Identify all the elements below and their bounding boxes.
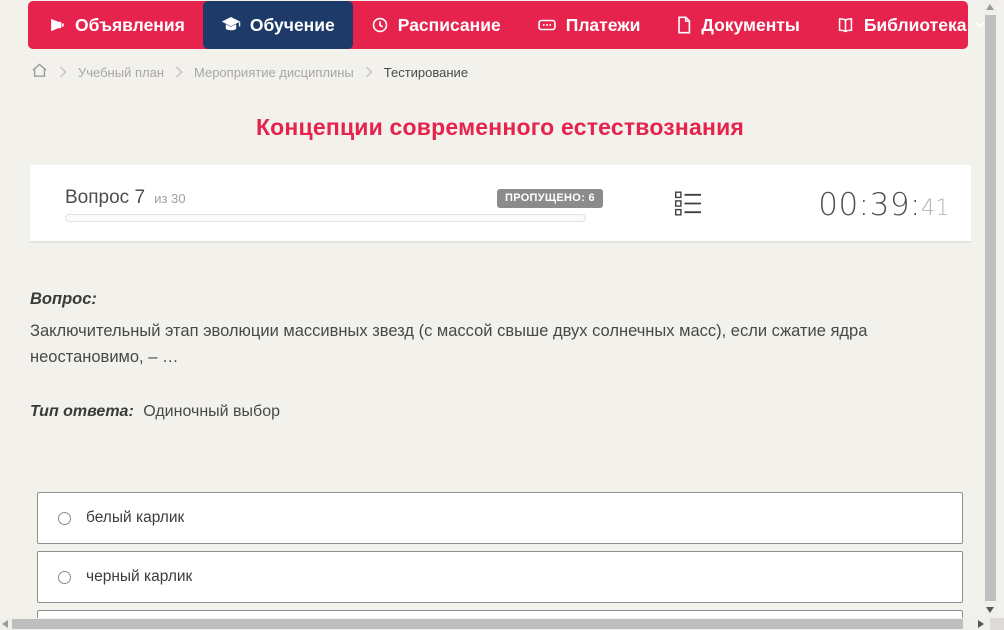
nav-item-payments[interactable]: Платежи xyxy=(519,1,659,49)
nav-item-schedule[interactable]: Расписание xyxy=(353,1,519,49)
chevron-separator-icon xyxy=(59,66,67,78)
nav-item-label: Платежи xyxy=(565,14,641,35)
quiz-progressbar xyxy=(65,214,586,222)
scroll-right-arrow-icon[interactable] xyxy=(978,620,984,628)
answer-option-black-dwarf[interactable]: черный карлик xyxy=(37,551,963,603)
megaphone-icon xyxy=(48,16,66,34)
home-icon[interactable] xyxy=(31,62,48,82)
skipped-badge: ПРОПУЩЕНО: 6 xyxy=(497,189,603,208)
vertical-scrollbar-thumb[interactable] xyxy=(985,15,996,601)
scroll-left-arrow-icon[interactable] xyxy=(2,620,8,628)
document-icon xyxy=(676,16,692,34)
question-list-icon[interactable] xyxy=(674,191,702,216)
scrollbar-corner xyxy=(990,618,1004,630)
answer-type-label: Тип ответа: xyxy=(30,403,134,420)
nav-item-learning[interactable]: Обучение xyxy=(202,1,353,49)
nav-item-label: Библиотека xyxy=(863,14,967,35)
open-book-icon xyxy=(836,16,855,34)
question-number: Вопрос 7 xyxy=(65,187,146,208)
question-progress-heading: Вопрос 7 из 30 xyxy=(65,187,186,209)
question-total: из 30 xyxy=(154,191,186,206)
nav-item-documents[interactable]: Документы xyxy=(658,1,817,49)
scroll-up-arrow-icon[interactable] xyxy=(986,4,994,10)
main-navbar: Объявления Обучение Расписание Платежи Д… xyxy=(28,1,986,49)
question-label: Вопрос: xyxy=(30,290,97,308)
breadcrumb: Учебный план Мероприятие дисциплины Тест… xyxy=(31,62,468,82)
answer-type-row: Тип ответа: Одиночный выбор xyxy=(30,403,280,421)
question-text: Заключительный этап эволюции массивных з… xyxy=(30,322,868,366)
answer-option-label: черный карлик xyxy=(86,568,193,585)
answer-option-label: белый карлик xyxy=(86,509,185,526)
answer-option-white-dwarf[interactable]: белый карлик xyxy=(37,492,963,544)
banknote-icon xyxy=(537,16,557,34)
nav-item-label: Документы xyxy=(701,14,800,35)
radio-button[interactable] xyxy=(58,511,71,525)
nav-item-label: Обучение xyxy=(249,14,335,35)
scroll-down-arrow-icon[interactable] xyxy=(986,607,994,613)
nav-item-label: Объявления xyxy=(75,14,185,35)
timer-hours-minutes: 00:39: xyxy=(818,187,921,223)
answer-type-value: Одиночный выбор xyxy=(143,403,280,420)
nav-item-label: Расписание xyxy=(397,14,501,35)
timer-seconds: 41 xyxy=(921,196,950,221)
radio-button[interactable] xyxy=(58,570,71,584)
graduation-cap-icon xyxy=(221,16,241,34)
breadcrumb-item-testing: Тестирование xyxy=(383,64,469,80)
chevron-separator-icon xyxy=(175,66,183,78)
nav-item-announcements[interactable]: Объявления xyxy=(30,1,203,49)
horizontal-scrollbar-thumb[interactable] xyxy=(12,619,963,629)
chevron-separator-icon xyxy=(365,66,373,78)
page-title: Концепции современного естествознания xyxy=(255,114,745,140)
countdown-timer: 00:39:41 xyxy=(818,187,950,223)
breadcrumb-item-discipline-event[interactable]: Мероприятие дисциплины xyxy=(194,65,354,80)
question-block: Вопрос: Заключительный этап эволюции мас… xyxy=(30,290,930,370)
nav-item-library[interactable]: Библиотека xyxy=(818,1,1004,49)
vertical-scrollbar[interactable] xyxy=(984,0,997,618)
quiz-status-panel: Вопрос 7 из 30 ПРОПУЩЕНО: 6 00:39:41 xyxy=(30,165,971,242)
horizontal-scrollbar[interactable] xyxy=(0,618,990,630)
page: Объявления Обучение Расписание Платежи Д… xyxy=(0,0,1004,630)
clock-icon xyxy=(371,16,389,34)
breadcrumb-item-curriculum[interactable]: Учебный план xyxy=(78,65,164,80)
